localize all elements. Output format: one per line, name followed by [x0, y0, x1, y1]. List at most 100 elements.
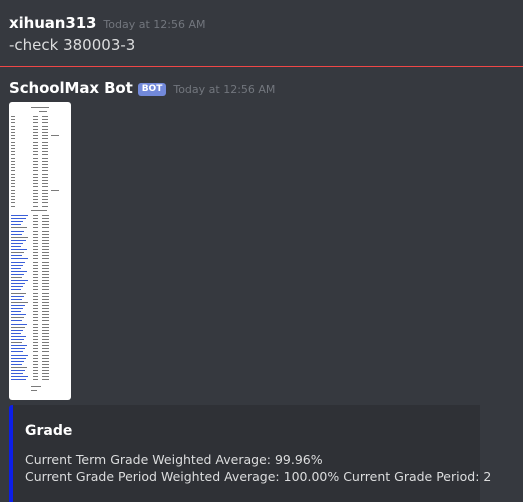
- thumbnail-text-line: [11, 173, 15, 175]
- thumbnail-text-line: [11, 360, 24, 362]
- thumbnail-text-line: [42, 205, 48, 207]
- thumbnail-text-line: [31, 386, 41, 387]
- thumbnail-text-line: [33, 354, 38, 356]
- thumbnail-text-line: [11, 227, 27, 229]
- bot-message: SchoolMax Bot BOT Today at 12:56 AM: [9, 79, 523, 98]
- thumbnail-text-line: [11, 202, 15, 204]
- message-timestamp[interactable]: Today at 12:56 AM: [103, 18, 205, 31]
- thumbnail-text-line: [42, 202, 48, 204]
- bot-badge: BOT: [137, 83, 167, 96]
- thumbnail-text-line: [33, 304, 38, 306]
- thumbnail-text-line: [42, 317, 49, 319]
- thumbnail-text-line: [33, 379, 38, 381]
- thumbnail-text-line: [42, 286, 49, 288]
- thumbnail-text-line: [42, 292, 49, 294]
- thumbnail-text-line: [42, 196, 48, 197]
- thumbnail-text-line: [33, 357, 38, 359]
- thumbnail-text-line: [11, 218, 26, 220]
- thumbnail-text-line: [42, 167, 48, 169]
- thumbnail-text-line: [11, 116, 15, 117]
- thumbnail-text-line: [11, 373, 23, 375]
- thumbnail-text-line: [33, 280, 38, 282]
- thumbnail-text-line: [11, 141, 15, 143]
- thumbnail-text-line: [33, 236, 38, 238]
- thumbnail-text-line: [42, 173, 48, 175]
- thumbnail-text-line: [33, 154, 38, 156]
- thumbnail-text-line: [11, 258, 28, 260]
- thumbnail-text-line: [33, 320, 38, 322]
- thumbnail-text-line: [42, 379, 49, 381]
- thumbnail-text-line: [33, 186, 38, 188]
- thumbnail-text-line: [11, 128, 15, 130]
- thumbnail-text-line: [33, 221, 38, 223]
- embed-period-average: Current Grade Period Weighted Average: 1…: [25, 469, 492, 484]
- thumbnail-text-line: [33, 141, 38, 143]
- thumbnail-text-line: [11, 335, 26, 337]
- thumbnail-text-line: [42, 138, 48, 140]
- thumbnail-text-line: [11, 148, 15, 149]
- thumbnail-text-line: [11, 339, 24, 340]
- thumbnail-text-line: [42, 164, 48, 165]
- thumbnail-text-line: [11, 183, 15, 185]
- thumbnail-text-line: [11, 125, 15, 127]
- thumbnail-text-line: [42, 141, 48, 143]
- thumbnail-text-line: [33, 239, 38, 241]
- bot-username[interactable]: SchoolMax Bot: [9, 79, 133, 97]
- thumbnail-text-line: [11, 342, 22, 344]
- thumbnail-text-line: [11, 215, 28, 216]
- message-content: -check 380003-3: [9, 36, 136, 54]
- thumbnail-text-line: [11, 176, 15, 178]
- thumbnail-text-line: [33, 342, 38, 344]
- thumbnail-text-line: [33, 258, 38, 260]
- thumbnail-text-line: [42, 339, 49, 340]
- thumbnail-text-line: [33, 202, 38, 204]
- thumbnail-text-line: [31, 210, 47, 211]
- thumbnail-text-line: [42, 154, 48, 156]
- thumbnail-text-line: [11, 122, 15, 124]
- thumbnail-text-line: [11, 151, 15, 153]
- thumbnail-text-line: [42, 373, 49, 375]
- thumbnail-text-line: [11, 157, 15, 159]
- thumbnail-text-line: [42, 170, 48, 172]
- thumbnail-text-line: [33, 116, 38, 117]
- thumbnail-text-line: [42, 283, 49, 285]
- thumbnail-text-line: [11, 345, 27, 347]
- thumbnail-text-line: [33, 264, 38, 266]
- thumbnail-text-line: [42, 360, 49, 362]
- thumbnail-text-line: [11, 314, 26, 316]
- thumbnail-text-line: [33, 135, 38, 137]
- thumbnail-text-line: [42, 258, 49, 260]
- thumbnail-text-line: [42, 273, 49, 275]
- thumbnail-text-line: [42, 314, 49, 316]
- thumbnail-text-line: [33, 196, 38, 197]
- thumbnail-text-line: [11, 230, 24, 232]
- thumbnail-text-line: [42, 144, 48, 146]
- thumbnail-text-line: [33, 224, 38, 226]
- message-timestamp[interactable]: Today at 12:56 AM: [173, 83, 275, 96]
- thumbnail-text-line: [11, 221, 23, 223]
- thumbnail-text-line: [33, 199, 38, 201]
- thumbnail-text-line: [33, 151, 38, 153]
- thumbnail-text-line: [42, 160, 48, 162]
- thumbnail-text-line: [42, 267, 49, 269]
- thumbnail-text-line: [42, 308, 49, 309]
- thumbnail-text-line: [33, 345, 38, 347]
- thumbnail-text-line: [11, 277, 22, 278]
- thumbnail-text-line: [33, 119, 38, 121]
- thumbnail-text-line: [33, 249, 38, 251]
- thumbnail-text-line: [33, 332, 38, 334]
- thumbnail-text-line: [11, 224, 21, 226]
- thumbnail-text-line: [42, 135, 48, 137]
- thumbnail-text-line: [11, 298, 22, 300]
- thumbnail-text-line: [33, 308, 38, 309]
- thumbnail-text-line: [33, 286, 38, 288]
- image-attachment[interactable]: [9, 102, 71, 400]
- thumbnail-text-line: [11, 370, 25, 371]
- thumbnail-text-line: [33, 205, 38, 207]
- thumbnail-text-line: [33, 370, 38, 371]
- thumbnail-text-line: [42, 366, 49, 368]
- thumbnail-text-line: [42, 176, 48, 178]
- username[interactable]: xihuan313: [9, 14, 96, 32]
- thumbnail-text-line: [42, 252, 49, 254]
- thumbnail-text-line: [11, 320, 22, 322]
